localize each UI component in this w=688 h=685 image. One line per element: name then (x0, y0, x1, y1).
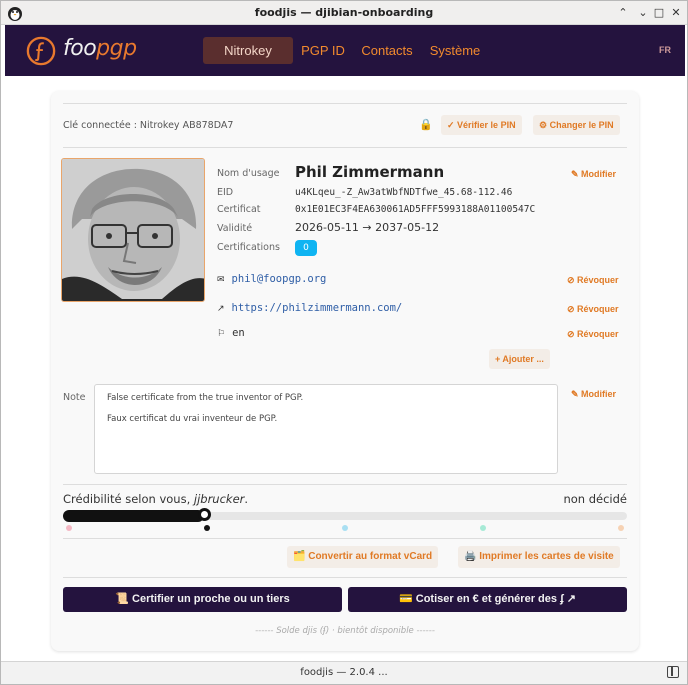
tab-pgp-id[interactable]: PGP ID (301, 37, 345, 64)
display-name: Phil Zimmermann (295, 163, 445, 181)
foopgp-logo-icon[interactable] (25, 36, 57, 66)
revoke-email-button[interactable]: ⊘ Révoquer (567, 275, 619, 286)
status-bar: foodjis — 2.0.4 ... (1, 661, 687, 684)
cert-fingerprint: 0x1E01EC3F4EA630061AD5FFF5993188A0110054… (295, 204, 536, 215)
foopgp-logo-text: foopgp (63, 36, 137, 61)
divider (63, 484, 627, 485)
verify-pin-button[interactable]: ✓ Vérifier le PIN (441, 115, 522, 135)
divider (63, 577, 627, 578)
close-icon[interactable]: ✕ (668, 5, 684, 21)
certify-button[interactable]: 📜 Certifier un proche ou un tiers (63, 587, 342, 612)
eid-label: EID (217, 187, 234, 198)
note-box: False certificate from the true inventor… (94, 384, 558, 474)
validity-label: Validité (217, 223, 253, 234)
add-uid-button[interactable]: + Ajouter ... (489, 349, 550, 369)
credibility-slider-fill (63, 510, 204, 522)
vcard-export-button[interactable]: 🗂️ Convertir au format vCard (287, 546, 439, 568)
credibility-title: Crédibilité selon vous, jjbrucker. (63, 492, 249, 506)
credibility-level-dot[interactable] (618, 525, 624, 531)
certifications-label: Certifications (217, 242, 280, 253)
revoke-language-button[interactable]: ⊘ Révoquer (567, 329, 619, 340)
tab-contacts[interactable]: Contacts (359, 37, 415, 64)
balance-coming-soon: ------ Solde djis (ʄ) · bientôt disponib… (255, 626, 435, 636)
profile-photo (61, 158, 205, 302)
tab-systeme[interactable]: Système (429, 37, 481, 64)
credibility-slider-knob[interactable] (198, 508, 211, 521)
uid-url[interactable]: ↗ https://philzimmermann.com/ (217, 302, 402, 314)
divider (63, 147, 627, 148)
print-cards-button[interactable]: 🖨️ Imprimer les cartes de visite (458, 546, 620, 568)
eid-value: u4KLqeu_-Z_Aw3atWbfNDTfwe_45.68-112.46 (295, 187, 513, 198)
credibility-level-dot[interactable] (204, 525, 210, 531)
minimize-icon[interactable]: ⌄ (635, 5, 651, 21)
credibility-level-dot[interactable] (342, 525, 348, 531)
uid-language: ⚐ en (217, 327, 245, 339)
note-line-fr: Faux certificat du vrai inventeur de PGP… (107, 414, 278, 424)
modify-name-button[interactable]: ✎ Modifier (571, 169, 616, 180)
title-bar: foodjis — djibian-onboarding ⌃ ⌄ □ ✕ (1, 1, 687, 25)
name-label: Nom d'usage (217, 168, 280, 179)
envelope-icon: ✉ (217, 275, 225, 285)
divider (63, 538, 627, 539)
flag-icon: ⚐ (217, 329, 226, 339)
certifications-count-badge: 0 (295, 240, 317, 256)
app-window: foodjis — djibian-onboarding ⌃ ⌄ □ ✕ foo… (0, 0, 688, 685)
change-pin-button[interactable]: ⚙ Changer le PIN (533, 115, 620, 135)
language-switch[interactable]: FR (659, 45, 671, 55)
window-title: foodjis — djibian-onboarding (254, 6, 434, 19)
connected-key-label: Clé connectée : Nitrokey AB878DA7 (63, 120, 234, 131)
note-label: Note (63, 392, 86, 403)
external-link-icon: ↗ (217, 304, 225, 314)
divider (63, 103, 627, 104)
credibility-level-dot[interactable] (66, 525, 72, 531)
version-label: foodjis — 2.0.4 ... (300, 667, 388, 678)
cert-label: Certificat (217, 204, 261, 215)
revoke-url-button[interactable]: ⊘ Révoquer (567, 304, 619, 315)
top-nav: foopgp Nitrokey PGP ID Contacts Système … (5, 25, 685, 76)
uid-email[interactable]: ✉ phil@foopgp.org (217, 273, 326, 285)
note-line-en: False certificate from the true inventor… (107, 393, 304, 403)
shade-up-icon[interactable]: ⌃ (615, 5, 631, 21)
modify-note-button[interactable]: ✎ Modifier (571, 389, 616, 400)
credibility-level-dot[interactable] (480, 525, 486, 531)
credibility-user: jjbrucker (193, 492, 245, 506)
credibility-status: non décidé (563, 492, 627, 506)
identity-card: Clé connectée : Nitrokey AB878DA7 🔒 ✓ Vé… (51, 91, 639, 651)
credibility-slider[interactable] (63, 508, 627, 522)
maximize-icon[interactable]: □ (651, 5, 667, 21)
lock-icon: 🔒 (419, 118, 433, 131)
tab-nitrokey[interactable]: Nitrokey (203, 37, 293, 64)
validity-range: 2026-05-11 → 2037-05-12 (295, 221, 440, 234)
sidebar-toggle-icon[interactable] (667, 666, 679, 678)
contribute-button[interactable]: 💳 Cotiser en € et générer des ʄ ↗ (348, 587, 627, 612)
